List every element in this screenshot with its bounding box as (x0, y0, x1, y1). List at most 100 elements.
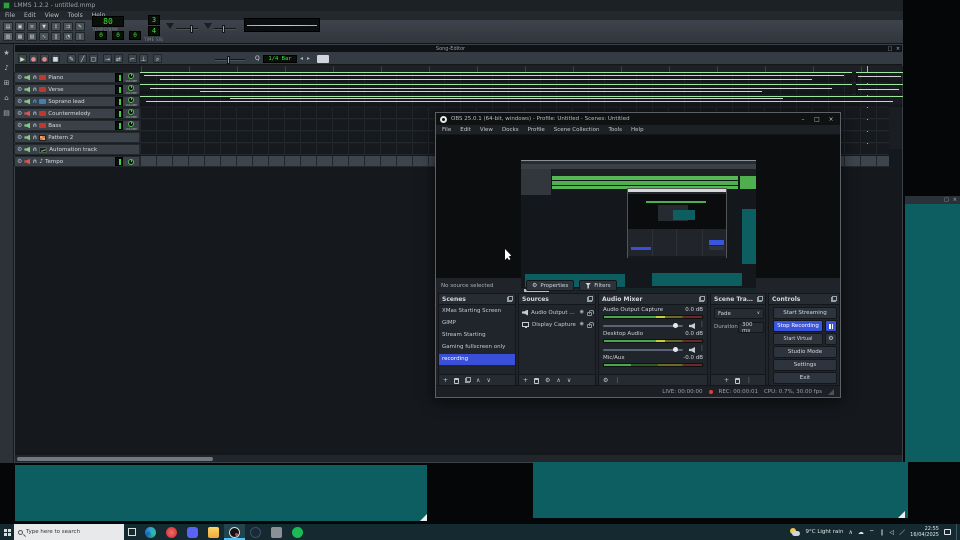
dock-float-icon[interactable] (507, 297, 512, 302)
transitions-dock-header[interactable]: Scene Transitions (711, 294, 765, 305)
track-fader[interactable] (115, 73, 123, 82)
lmms-menu-tools[interactable]: Tools (68, 12, 83, 19)
track-name[interactable]: Soprano lead (48, 99, 113, 105)
export-project-button[interactable]: ↥ (51, 22, 61, 31)
track-gear-icon[interactable]: ⚙ (17, 123, 22, 129)
project-notes-button[interactable]: ✎ (75, 22, 85, 31)
mute-button[interactable] (24, 111, 30, 117)
channel-mute-icon[interactable] (689, 347, 695, 353)
open-project-button[interactable]: ▣ (15, 22, 25, 31)
obs-preview-area[interactable] (436, 135, 840, 278)
taskbar-app-steam[interactable] (245, 524, 266, 540)
new-project-button[interactable]: ▤ (3, 22, 13, 31)
start-streaming-button[interactable]: Start Streaming (773, 307, 837, 319)
settings-button[interactable]: Settings (773, 359, 837, 371)
export-tracks-button[interactable]: ⇉ (63, 22, 73, 31)
track-name[interactable]: Countermelody (48, 111, 113, 117)
track-name[interactable]: Automation track (49, 147, 137, 153)
record-play-button[interactable]: ● (40, 54, 49, 63)
track-gear-icon[interactable]: ⚙ (17, 87, 22, 93)
quantize-decrease-icon[interactable]: ◂ (300, 55, 303, 62)
track-header-automation[interactable]: ⚙ ∩ Automation track (14, 144, 140, 155)
mute-button[interactable] (24, 99, 30, 105)
remove-scene-icon[interactable] (454, 378, 459, 384)
volume-knob[interactable] (128, 73, 134, 79)
track-gear-icon[interactable]: ⚙ (17, 135, 22, 141)
draw-mode-button[interactable]: ✎ (67, 54, 76, 63)
move-scene-down-icon[interactable]: ∨ (486, 377, 490, 384)
toggle-project-notes-button[interactable]: ▯ (75, 32, 85, 41)
samples-tab-icon[interactable]: ♪ (4, 64, 8, 72)
remove-source-icon[interactable] (534, 378, 539, 384)
add-source-icon[interactable]: + (523, 377, 528, 384)
stop-button[interactable]: ■ (51, 54, 60, 63)
track-fader[interactable] (115, 121, 123, 130)
track-name[interactable]: Bass (48, 123, 113, 129)
task-view-button[interactable] (124, 524, 140, 540)
taskbar-app-spotify[interactable] (287, 524, 308, 540)
track-header-verse[interactable]: ⚙ ∩ Verse VOLUME (14, 84, 140, 95)
dock-float-icon[interactable] (699, 297, 704, 302)
obs-menu-scene-collection[interactable]: Scene Collection (554, 127, 600, 133)
zoom-button[interactable]: ⌕ (153, 54, 162, 63)
side-window-close-icon[interactable]: × (953, 197, 957, 203)
side-window-titlebar[interactable]: □ × (905, 196, 960, 204)
volume-slider[interactable] (603, 325, 683, 327)
track-name[interactable]: Verse (48, 87, 113, 93)
solo-button[interactable]: ∩ (32, 75, 37, 81)
master-volume-thumb[interactable] (190, 25, 193, 33)
visibility-eye-icon[interactable]: ◉ (580, 322, 584, 327)
dock-float-icon[interactable] (757, 297, 762, 302)
obs-menu-help[interactable]: Help (631, 127, 644, 133)
transition-menu-icon[interactable]: ⋮ (746, 377, 752, 384)
taskbar-app-edge[interactable] (140, 524, 161, 540)
move-source-down-icon[interactable]: ∨ (567, 377, 571, 384)
track-header-tempo[interactable]: ⚙ ∩ ♪ Tempo (14, 156, 140, 167)
toggle-song-editor-button[interactable]: ▥ (3, 32, 13, 41)
controls-dock-header[interactable]: Controls (769, 294, 839, 305)
obs-menu-profile[interactable]: Profile (528, 127, 545, 133)
instruments-tab-icon[interactable]: ★ (3, 49, 9, 57)
duration-spinner[interactable]: 300 ms (738, 322, 764, 333)
song-editor-titlebar[interactable]: Song-Editor □ × (15, 45, 902, 52)
lmms-menu-edit[interactable]: Edit (24, 12, 36, 19)
solo-button[interactable]: ∩ (32, 123, 37, 129)
play-button[interactable]: ▶ (18, 54, 27, 63)
obs-menu-docks[interactable]: Docks (502, 127, 519, 133)
zoom-slider-thumb[interactable] (227, 56, 230, 64)
knife-mode-button[interactable]: ╱ (78, 54, 87, 63)
taskbar-search[interactable]: Type here to search (14, 524, 124, 540)
track-lane[interactable] (140, 84, 889, 95)
obs-menu-edit[interactable]: Edit (460, 127, 471, 133)
scene-item[interactable]: Stream Starting (439, 330, 515, 341)
solo-button[interactable]: ∩ (32, 147, 37, 153)
toggle-controller-rack-button[interactable]: ◔ (63, 32, 73, 41)
channel-menu-icon[interactable]: ⋮ (699, 345, 705, 352)
recent-projects-button[interactable]: ≡ (27, 22, 37, 31)
pattern-segment[interactable] (856, 72, 903, 83)
volume-knob[interactable] (128, 97, 134, 103)
solo-button[interactable]: ∩ (32, 111, 37, 117)
virtual-camera-settings-button[interactable]: ⚙ (825, 333, 837, 345)
master-pitch-thumb[interactable] (222, 25, 225, 33)
record-button[interactable]: ● (29, 54, 38, 63)
resize-corner[interactable] (898, 511, 905, 518)
obs-minimize-icon[interactable]: – (798, 116, 808, 123)
scene-item[interactable]: Gaming fullscreen only (439, 342, 515, 353)
scene-filters-icon[interactable] (465, 378, 470, 383)
show-desktop-button[interactable] (956, 524, 958, 540)
continue-mode-button[interactable]: ⇄ (114, 54, 123, 63)
timesig-denominator[interactable]: 4 (148, 26, 160, 36)
track-gear-icon[interactable]: ⚙ (17, 111, 22, 117)
scene-item-selected[interactable]: recording (439, 354, 515, 365)
song-editor-maximize-icon[interactable]: □ (886, 46, 894, 52)
volume-knob[interactable] (128, 159, 134, 165)
sources-dock-header[interactable]: Sources (519, 294, 595, 305)
dock-float-icon[interactable] (587, 297, 592, 302)
song-editor-hscrollbar[interactable] (15, 454, 902, 462)
source-properties-icon[interactable]: ⚙ (545, 377, 550, 384)
pattern-segment[interactable] (140, 72, 852, 83)
lock-icon[interactable] (587, 324, 592, 328)
mixer-menu-icon[interactable]: ⋮ (614, 377, 620, 384)
obs-menu-tools[interactable]: Tools (608, 127, 622, 133)
